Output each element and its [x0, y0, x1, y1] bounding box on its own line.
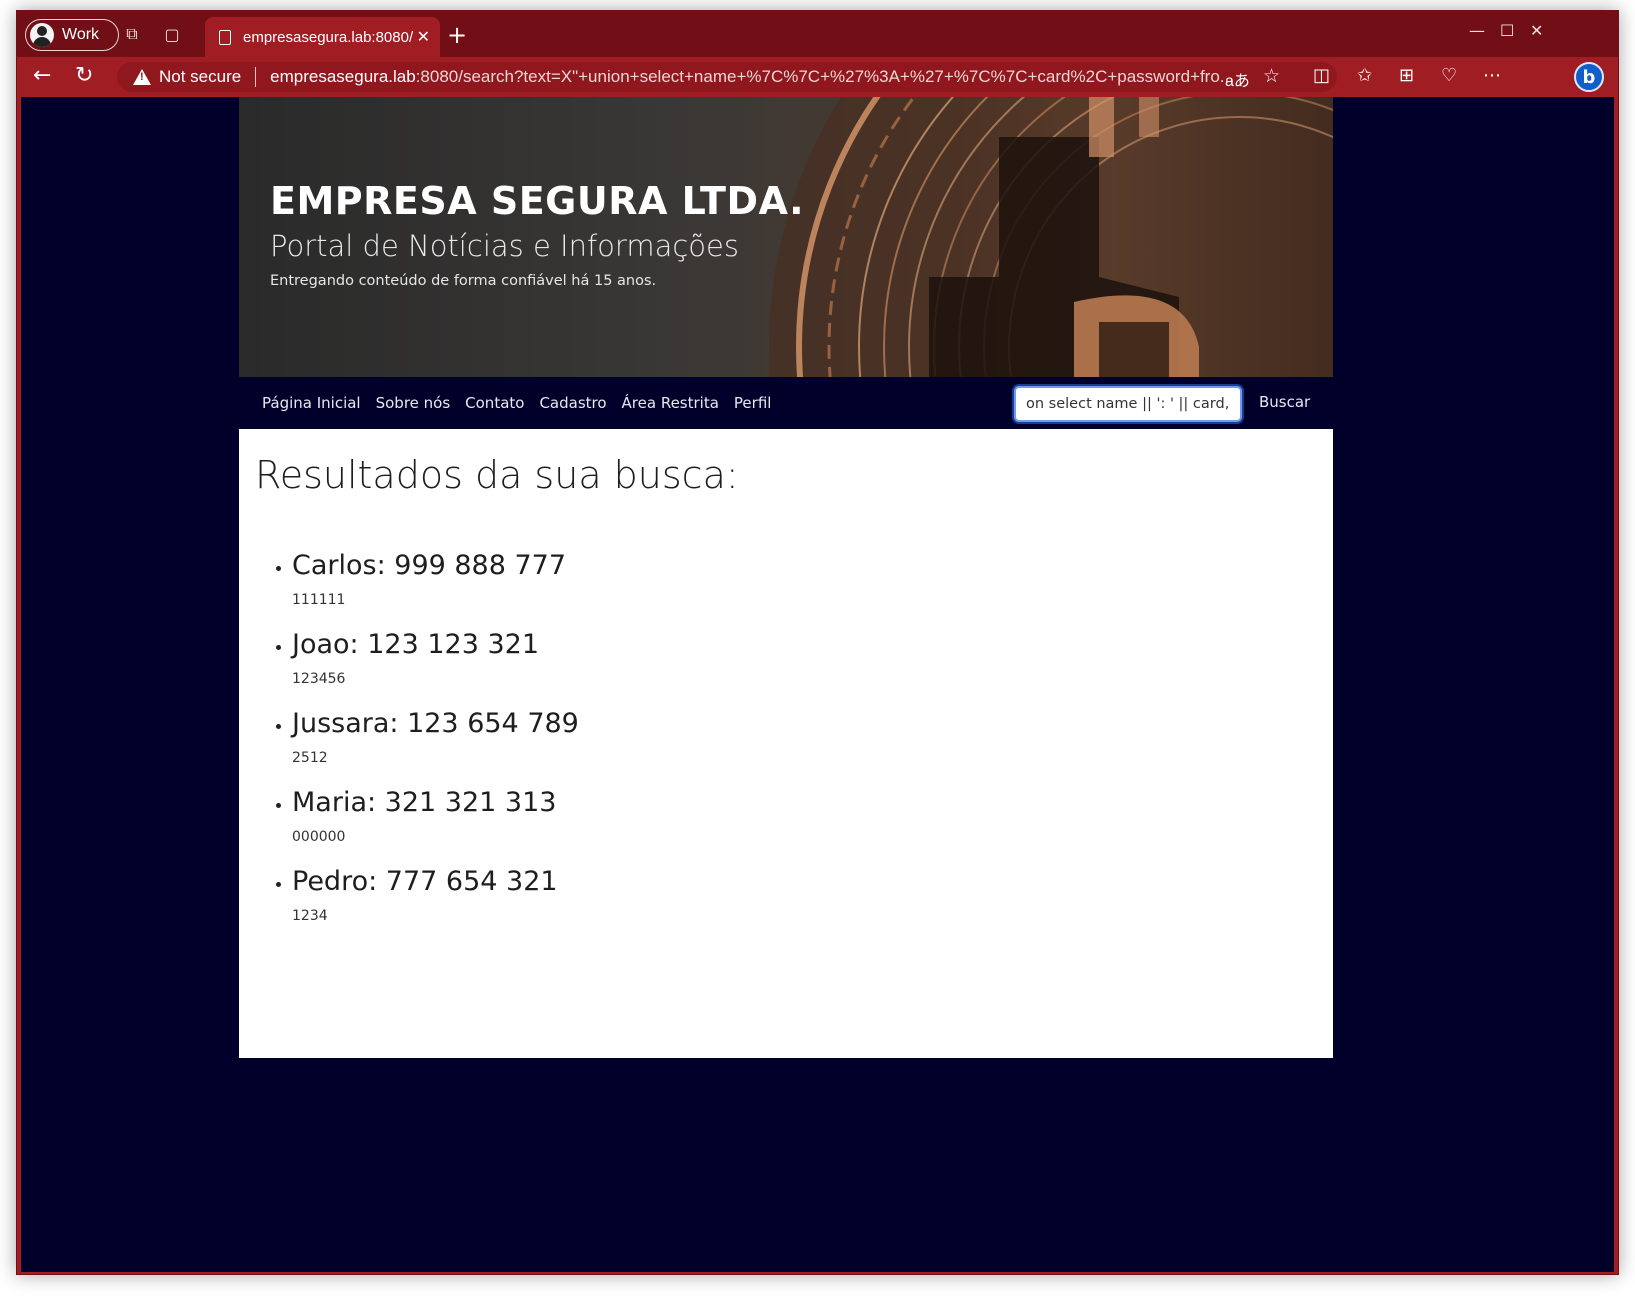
nav-links: Página Inicial Sobre nós Contato Cadastr… — [239, 394, 771, 412]
tab-active[interactable]: empresasegura.lab:8080/ ✕ — [205, 17, 440, 57]
translate-icon[interactable]: aあ — [1225, 67, 1250, 91]
maximize-icon[interactable]: ☐ — [1500, 21, 1514, 40]
nav-link-about[interactable]: Sobre nós — [376, 394, 451, 412]
search-button[interactable]: Buscar — [1259, 393, 1310, 411]
close-window-icon[interactable]: ✕ — [1530, 21, 1543, 40]
avatar-icon — [30, 23, 54, 47]
workspaces-icon[interactable]: ⧉ — [121, 23, 143, 45]
split-screen-icon[interactable]: ◫ — [1313, 65, 1330, 86]
result-password: 111111 — [292, 592, 346, 608]
close-tab-icon[interactable]: ✕ — [417, 27, 430, 47]
result-password: 2512 — [292, 750, 328, 766]
nav-link-home[interactable]: Página Inicial — [262, 394, 361, 412]
favorites-icon[interactable]: ✩ — [1357, 65, 1372, 86]
result-name-card: Maria: 321 321 313 — [292, 787, 557, 818]
address-bar[interactable]: Not secure empresasegura.lab :8080/searc… — [117, 62, 1337, 92]
site-navbar: Página Inicial Sobre nós Contato Cadastr… — [239, 377, 1333, 429]
nav-link-contact[interactable]: Contato — [465, 394, 524, 412]
minimize-icon[interactable]: — — [1469, 21, 1485, 40]
hero-banner: EMPRESA SEGURA LTDA. Portal de Notícias … — [239, 97, 1333, 377]
favorite-star-icon[interactable]: ☆ — [1263, 65, 1280, 88]
url-host: empresasegura.lab — [270, 67, 416, 86]
profile-label: Work — [62, 26, 100, 43]
refresh-icon[interactable]: ↻ — [75, 63, 93, 88]
site-subtitle: Portal de Notícias e Informações — [270, 229, 739, 263]
result-password: 123456 — [292, 671, 346, 687]
main-content: Resultados da sua busca: Carlos: 999 888… — [255, 453, 1315, 942]
results-list: Carlos: 999 888 777 111111 Joao: 123 123… — [255, 547, 1315, 925]
new-tab-icon[interactable]: + — [447, 21, 467, 49]
tab-title: empresasegura.lab:8080/ — [243, 28, 413, 46]
collections-icon[interactable]: ⊞ — [1399, 65, 1414, 86]
result-name-card: Joao: 123 123 321 — [292, 629, 539, 660]
tab-strip: Work ⧉ ▢ empresasegura.lab:8080/ ✕ + — ☐… — [17, 11, 1618, 57]
result-password: 1234 — [292, 908, 328, 924]
list-item: Carlos: 999 888 777 111111 — [276, 547, 1315, 609]
result-password: 000000 — [292, 829, 346, 845]
nav-link-profile[interactable]: Perfil — [734, 394, 772, 412]
list-item: Jussara: 123 654 789 2512 — [276, 705, 1315, 767]
back-arrow-icon[interactable]: ← — [33, 63, 51, 88]
result-name-card: Carlos: 999 888 777 — [292, 550, 567, 581]
browser-window: Work ⧉ ▢ empresasegura.lab:8080/ ✕ + — ☐… — [16, 10, 1619, 1275]
list-item: Maria: 321 321 313 000000 — [276, 784, 1315, 846]
profile-button[interactable]: Work — [25, 19, 119, 51]
nav-link-register[interactable]: Cadastro — [539, 394, 606, 412]
browser-toolbar: ← ↻ Not secure empresasegura.lab :8080/s… — [17, 57, 1618, 97]
hero-text: EMPRESA SEGURA LTDA. Portal de Notícias … — [270, 179, 804, 289]
search-input[interactable] — [1014, 386, 1242, 422]
more-menu-icon[interactable]: ⋯ — [1483, 65, 1501, 86]
list-item: Pedro: 777 654 321 1234 — [276, 863, 1315, 925]
url-path: :8080/search?text=X"+union+select+name+%… — [415, 67, 1234, 86]
tab-actions-icon[interactable]: ▢ — [161, 23, 183, 45]
address-divider — [255, 67, 257, 87]
page-icon — [219, 29, 231, 45]
warning-icon — [133, 69, 151, 85]
not-secure-label[interactable]: Not secure — [159, 67, 241, 87]
site-container: EMPRESA SEGURA LTDA. Portal de Notícias … — [239, 97, 1333, 1058]
bing-icon[interactable]: b — [1574, 62, 1604, 92]
site-title: EMPRESA SEGURA LTDA. — [270, 179, 805, 223]
nav-link-restricted[interactable]: Área Restrita — [622, 394, 719, 412]
site-tagline: Entregando conteúdo de forma confiável h… — [270, 273, 657, 289]
performance-icon[interactable]: ♡ — [1441, 65, 1457, 86]
result-name-card: Jussara: 123 654 789 — [292, 708, 579, 739]
list-item: Joao: 123 123 321 123456 — [276, 626, 1315, 688]
results-heading: Resultados da sua busca: — [255, 453, 739, 497]
result-name-card: Pedro: 777 654 321 — [292, 866, 558, 897]
page-viewport: EMPRESA SEGURA LTDA. Portal de Notícias … — [21, 97, 1614, 1272]
